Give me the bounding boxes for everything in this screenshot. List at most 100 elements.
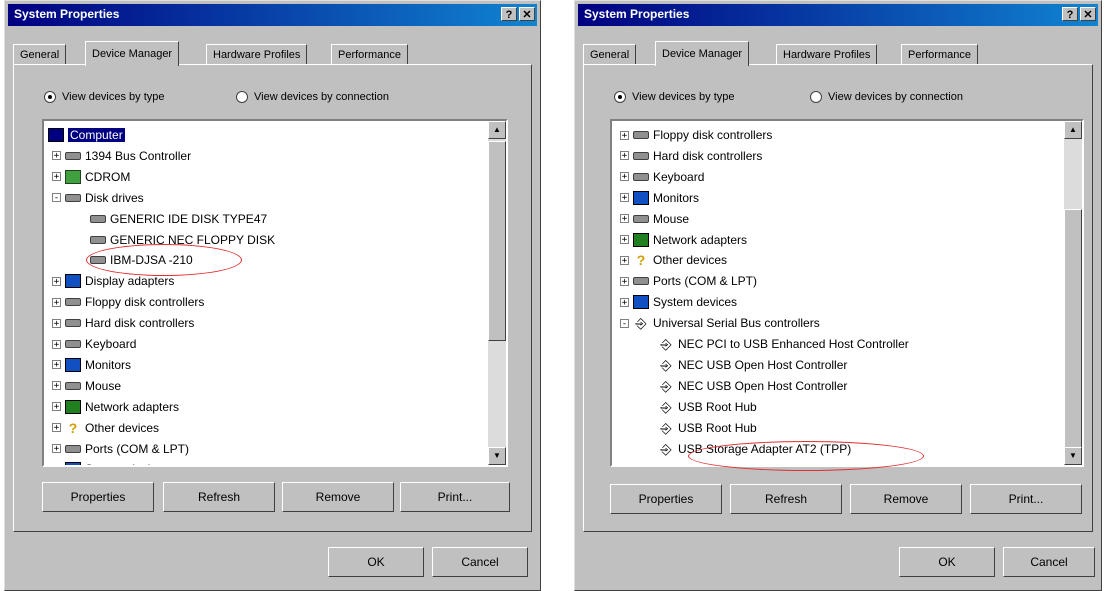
print-button[interactable]: Print...	[400, 482, 510, 512]
tree-item[interactable]: + System devices	[620, 292, 737, 312]
collapse-icon[interactable]: -	[620, 318, 629, 328]
tree-item[interactable]: + Monitors	[52, 355, 131, 375]
help-button[interactable]: ?	[501, 7, 517, 21]
remove-button[interactable]: Remove	[850, 484, 962, 514]
vertical-scrollbar[interactable]: ▲ ▼	[1064, 121, 1082, 465]
tree-item[interactable]: ⎆ USB Root Hub	[658, 418, 757, 438]
expand-icon[interactable]: +	[620, 193, 629, 203]
print-button[interactable]: Print...	[970, 484, 1082, 514]
device-manager-panel: View devices by type View devices by con…	[13, 64, 532, 532]
expand-icon[interactable]: +	[52, 297, 61, 307]
expand-icon[interactable]: +	[620, 172, 629, 182]
tree-item[interactable]: +? Other devices	[52, 418, 159, 438]
tree-item[interactable]: + Ports (COM & LPT)	[620, 271, 757, 291]
tree-item[interactable]: + Mouse	[52, 376, 121, 396]
scroll-thumb[interactable]	[1064, 209, 1082, 449]
scroll-down-arrow-icon[interactable]: ▼	[1064, 447, 1082, 465]
tree-item[interactable]: + Ports (COM & LPT)	[52, 439, 189, 459]
ok-button[interactable]: OK	[899, 547, 995, 577]
expand-icon[interactable]: +	[620, 255, 629, 265]
expand-icon[interactable]: +	[620, 130, 629, 140]
tree-item[interactable]: + Monitors	[620, 188, 699, 208]
properties-button[interactable]: Properties	[610, 484, 722, 514]
expand-icon[interactable]: +	[52, 318, 61, 328]
expand-icon[interactable]: +	[620, 276, 629, 286]
properties-button[interactable]: Properties	[42, 482, 154, 512]
tree-item[interactable]: +System devices	[52, 459, 169, 465]
tab-hardware-profiles[interactable]: Hardware Profiles	[206, 44, 308, 65]
refresh-button[interactable]: Refresh	[730, 484, 842, 514]
vertical-scrollbar[interactable]: ▲ ▼	[488, 121, 506, 465]
radio-view-by-connection[interactable]: View devices by connection	[236, 91, 389, 103]
radio-view-by-type[interactable]: View devices by type	[44, 91, 165, 103]
tree-item-label: System devices	[653, 295, 738, 310]
tree-item[interactable]: + CDROM	[52, 167, 130, 187]
tree-item[interactable]: ⎆ NEC USB Open Host Controller	[658, 376, 847, 396]
device-net-icon	[633, 232, 649, 247]
tree-item[interactable]: +? Other devices	[620, 250, 727, 270]
tree-item-label: Network adapters	[85, 399, 180, 414]
remove-button[interactable]: Remove	[282, 482, 394, 512]
tab-device-manager[interactable]: Device Manager	[85, 41, 180, 66]
expand-icon[interactable]: +	[620, 297, 629, 307]
expand-icon[interactable]: +	[52, 172, 61, 182]
tree-item[interactable]: Computer	[48, 125, 125, 145]
tab-performance[interactable]: Performance	[901, 44, 978, 65]
scroll-up-arrow-icon[interactable]: ▲	[488, 121, 506, 139]
scroll-down-arrow-icon[interactable]: ▼	[488, 447, 506, 465]
device-tree-list: + Floppy disk controllers + Hard disk contr…	[612, 121, 1064, 465]
tab-general[interactable]: General	[13, 44, 67, 65]
device-tree[interactable]: + Floppy disk controllers + Hard disk contr…	[610, 119, 1084, 467]
expand-icon[interactable]: +	[52, 444, 61, 454]
device-tree-list: Computer +1394 Bus Controller + CDROM - Disk …	[44, 121, 488, 465]
radio-view-by-type[interactable]: View devices by type	[614, 91, 735, 103]
tree-item[interactable]: + Network adapters	[620, 230, 747, 250]
expand-icon[interactable]: +	[52, 402, 61, 412]
expand-icon[interactable]: +	[52, 339, 61, 349]
tree-item[interactable]: GENERIC IDE DISK TYPE47	[90, 209, 267, 229]
title-bar[interactable]: System Properties ? ✕	[578, 4, 1098, 26]
tree-item[interactable]: ⎆ NEC PCI to USB Enhanced Host Controller	[658, 334, 908, 354]
expand-icon[interactable]: +	[52, 151, 61, 161]
refresh-button[interactable]: Refresh	[163, 482, 275, 512]
expand-icon[interactable]: +	[52, 360, 61, 370]
tree-item[interactable]: - ⎆ Universal Serial Bus controllers	[620, 313, 820, 333]
tree-item[interactable]: + Mouse	[620, 209, 689, 229]
tab-general[interactable]: General	[583, 44, 637, 65]
tree-item[interactable]: + Keyboard	[620, 167, 704, 187]
scroll-up-arrow-icon[interactable]: ▲	[1064, 121, 1082, 139]
ok-button[interactable]: OK	[328, 547, 424, 577]
help-button[interactable]: ?	[1062, 7, 1078, 21]
expand-icon[interactable]: +	[52, 276, 61, 286]
expand-icon[interactable]: +	[620, 235, 629, 245]
tree-item[interactable]: + Floppy disk controllers	[52, 292, 204, 312]
system-properties-window-right: System Properties ? ✕ General Device Man…	[574, 0, 1102, 591]
close-button[interactable]: ✕	[519, 7, 535, 21]
expand-icon[interactable]: +	[52, 423, 61, 433]
tree-item[interactable]: - Disk drives	[52, 188, 144, 208]
tab-performance[interactable]: Performance	[331, 44, 408, 65]
expand-icon[interactable]: +	[52, 381, 61, 391]
collapse-icon[interactable]: -	[52, 193, 61, 203]
tree-item[interactable]: ⎆ USB Root Hub	[658, 397, 756, 417]
tree-item[interactable]: +1394 Bus Controller	[52, 146, 191, 166]
expand-icon[interactable]: +	[620, 214, 629, 224]
radio-view-by-connection[interactable]: View devices by connection	[810, 91, 963, 103]
tree-item-label: USB Root Hub	[678, 420, 757, 435]
tree-item[interactable]: + Hard disk controllers	[52, 313, 194, 333]
tab-device-manager[interactable]: Device Manager	[655, 41, 750, 66]
cancel-button[interactable]: Cancel	[1003, 547, 1095, 577]
cancel-button[interactable]: Cancel	[432, 547, 528, 577]
tree-item[interactable]: ⎆ NEC USB Open Host Controller	[658, 355, 847, 375]
tab-hardware-profiles[interactable]: Hardware Profiles	[776, 44, 878, 65]
expand-icon[interactable]: +	[620, 151, 629, 161]
tree-item[interactable]: + Network adapters	[52, 397, 179, 417]
tree-item[interactable]: + Keyboard	[52, 334, 136, 354]
device-tree[interactable]: Computer +1394 Bus Controller + CDROM - Disk …	[42, 119, 508, 467]
tree-item[interactable]: + Floppy disk controllers	[620, 125, 772, 145]
title-bar[interactable]: System Properties ? ✕	[8, 4, 537, 26]
radio-unchecked-icon	[810, 91, 822, 103]
scroll-thumb[interactable]	[488, 141, 506, 341]
close-button[interactable]: ✕	[1080, 7, 1096, 21]
tree-item[interactable]: + Hard disk controllers	[620, 146, 762, 166]
